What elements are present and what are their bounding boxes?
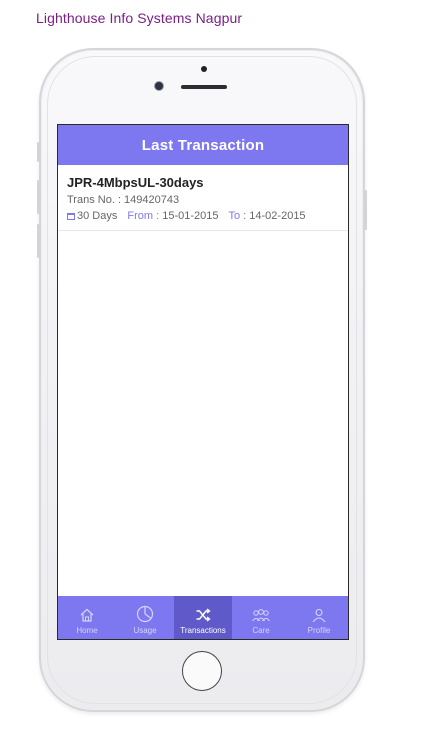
page-title: Last Transaction bbox=[141, 136, 265, 154]
home-hardware-button[interactable] bbox=[182, 651, 222, 691]
from-date: 15-01-2015 bbox=[162, 210, 219, 222]
transaction-number: Trans No. : 149420743 bbox=[67, 194, 180, 206]
calendar-icon bbox=[67, 212, 75, 220]
earpiece-speaker bbox=[181, 85, 227, 89]
tab-label: Profile bbox=[307, 626, 331, 635]
tab-home[interactable]: Home bbox=[58, 596, 116, 639]
to-date: 14-02-2015 bbox=[249, 210, 306, 222]
home-icon bbox=[80, 608, 94, 622]
transaction-meta: 30 Days From : 15-01-2015 To : 14-02-201… bbox=[67, 210, 339, 222]
plan-name: JPR-4MbpsUL-30days bbox=[67, 175, 204, 190]
people-icon bbox=[252, 609, 270, 622]
tab-label: Care bbox=[252, 626, 270, 635]
volume-up-button bbox=[37, 180, 40, 214]
mute-switch bbox=[37, 142, 40, 162]
duration-value: 30 Days bbox=[77, 210, 118, 222]
tab-label: Home bbox=[76, 626, 98, 635]
app-header: Last Transaction bbox=[58, 125, 348, 165]
bottom-tab-bar: Home Usage Transactions Care Profile bbox=[58, 596, 348, 639]
tab-label: Transactions bbox=[180, 626, 226, 635]
to-label: To : bbox=[228, 210, 247, 222]
volume-down-button bbox=[37, 224, 40, 258]
from-label: From : bbox=[127, 210, 160, 222]
caption-text: Lighthouse Info Systems Nagpur bbox=[36, 10, 243, 26]
shuffle-icon bbox=[196, 608, 211, 622]
proximity-sensor bbox=[201, 66, 207, 72]
transaction-item[interactable]: JPR-4MbpsUL-30days Trans No. : 149420743… bbox=[58, 165, 348, 231]
front-camera bbox=[155, 82, 163, 90]
tab-profile[interactable]: Profile bbox=[290, 596, 348, 639]
phone-frame: Last Transaction JPR-4MbpsUL-30days Tran… bbox=[37, 48, 367, 712]
tab-care[interactable]: Care bbox=[232, 596, 290, 639]
user-icon bbox=[312, 608, 326, 623]
pie-chart-icon bbox=[136, 605, 154, 623]
app-screen: Last Transaction JPR-4MbpsUL-30days Tran… bbox=[57, 124, 349, 640]
tab-usage[interactable]: Usage bbox=[116, 596, 174, 639]
power-button bbox=[364, 190, 367, 230]
tab-transactions[interactable]: Transactions bbox=[174, 596, 232, 639]
tab-label: Usage bbox=[133, 626, 157, 635]
